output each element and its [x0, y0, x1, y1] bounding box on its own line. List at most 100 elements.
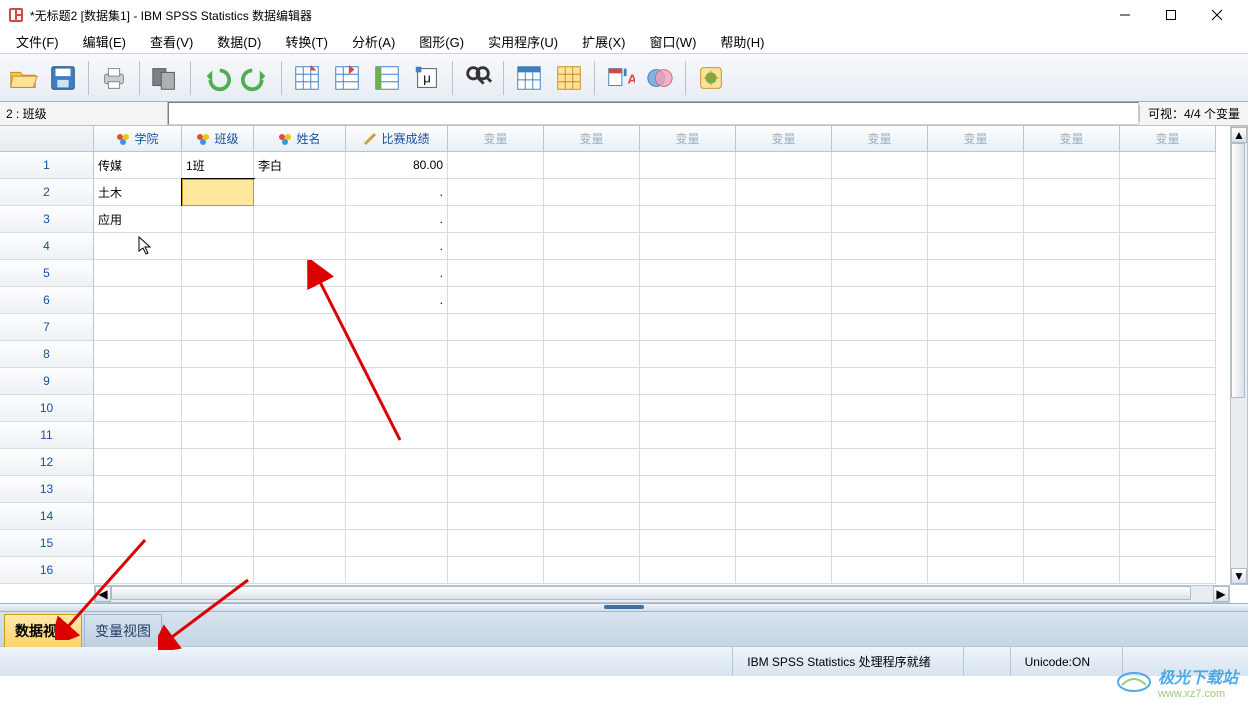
- cell[interactable]: [928, 233, 1024, 260]
- redo-button[interactable]: [237, 59, 275, 97]
- row-header[interactable]: 12: [0, 449, 94, 476]
- menu-window[interactable]: 窗口(W): [637, 30, 708, 53]
- col-header-empty[interactable]: 变量: [1120, 126, 1216, 152]
- goto-variable-button[interactable]: [328, 59, 366, 97]
- row-header[interactable]: 13: [0, 476, 94, 503]
- row-header[interactable]: 11: [0, 422, 94, 449]
- cell[interactable]: [736, 287, 832, 314]
- cell[interactable]: [640, 233, 736, 260]
- row-header[interactable]: 2: [0, 179, 94, 206]
- save-button[interactable]: [44, 59, 82, 97]
- cell[interactable]: [1120, 287, 1216, 314]
- weight-cases-button[interactable]: [550, 59, 588, 97]
- menu-analyze[interactable]: 分析(A): [340, 30, 407, 53]
- menu-data[interactable]: 数据(D): [205, 30, 273, 53]
- col-header-empty[interactable]: 变量: [928, 126, 1024, 152]
- menu-utilities[interactable]: 实用程序(U): [476, 30, 570, 53]
- cell-value-input[interactable]: [168, 102, 1139, 125]
- menu-edit[interactable]: 编辑(E): [71, 30, 138, 53]
- scroll-left-icon[interactable]: ◀: [95, 586, 111, 602]
- scroll-up-icon[interactable]: ▲: [1231, 127, 1247, 143]
- undo-button[interactable]: [197, 59, 235, 97]
- recall-dialog-button[interactable]: [146, 59, 184, 97]
- cell[interactable]: [928, 260, 1024, 287]
- cell[interactable]: .: [346, 233, 448, 260]
- col-header-1[interactable]: 学院: [94, 126, 182, 152]
- cell[interactable]: [94, 287, 182, 314]
- row-header[interactable]: 7: [0, 314, 94, 341]
- col-header-empty[interactable]: 变量: [448, 126, 544, 152]
- cell[interactable]: [182, 287, 254, 314]
- cell[interactable]: [448, 260, 544, 287]
- cell[interactable]: [736, 206, 832, 233]
- cell[interactable]: 应用: [94, 206, 182, 233]
- row-header[interactable]: 8: [0, 341, 94, 368]
- cell[interactable]: .: [346, 179, 448, 206]
- find-button[interactable]: [459, 59, 497, 97]
- menu-transform[interactable]: 转换(T): [273, 30, 340, 53]
- cell[interactable]: [1120, 260, 1216, 287]
- cell[interactable]: [448, 233, 544, 260]
- cell[interactable]: [640, 260, 736, 287]
- menu-view[interactable]: 查看(V): [138, 30, 205, 53]
- cell[interactable]: [254, 287, 346, 314]
- use-sets-button[interactable]: [692, 59, 730, 97]
- cell[interactable]: [1024, 179, 1120, 206]
- cell[interactable]: [544, 233, 640, 260]
- split-file-button[interactable]: [510, 59, 548, 97]
- col-header-empty[interactable]: 变量: [640, 126, 736, 152]
- close-button[interactable]: [1194, 0, 1240, 30]
- cell[interactable]: [640, 152, 736, 179]
- cell[interactable]: [254, 233, 346, 260]
- cell[interactable]: [1120, 152, 1216, 179]
- cell[interactable]: [448, 206, 544, 233]
- cell[interactable]: [736, 179, 832, 206]
- cell[interactable]: [448, 179, 544, 206]
- row-header[interactable]: 5: [0, 260, 94, 287]
- cell[interactable]: [928, 152, 1024, 179]
- cell[interactable]: [928, 179, 1024, 206]
- scroll-down-icon[interactable]: ▼: [1231, 568, 1247, 584]
- col-header-empty[interactable]: 变量: [736, 126, 832, 152]
- cell[interactable]: [254, 179, 346, 206]
- selected-cell[interactable]: [182, 179, 254, 206]
- tab-data-view[interactable]: 数据视图: [4, 614, 82, 647]
- cell[interactable]: [832, 233, 928, 260]
- cell[interactable]: [928, 287, 1024, 314]
- col-header-4[interactable]: 比赛成绩: [346, 126, 448, 152]
- col-header-3[interactable]: 姓名: [254, 126, 346, 152]
- cell[interactable]: [832, 260, 928, 287]
- col-header-empty[interactable]: 变量: [1024, 126, 1120, 152]
- scroll-thumb[interactable]: [111, 586, 1191, 600]
- cell[interactable]: [832, 179, 928, 206]
- cell[interactable]: .: [346, 287, 448, 314]
- splitter[interactable]: [0, 604, 1248, 612]
- cell[interactable]: [182, 260, 254, 287]
- cell[interactable]: 80.00: [346, 152, 448, 179]
- scroll-thumb[interactable]: [1231, 143, 1245, 398]
- cell[interactable]: 1班: [182, 152, 254, 179]
- row-header[interactable]: 4: [0, 233, 94, 260]
- cell[interactable]: [640, 287, 736, 314]
- goto-case-button[interactable]: [288, 59, 326, 97]
- cell[interactable]: [1024, 233, 1120, 260]
- cell[interactable]: [1120, 206, 1216, 233]
- value-labels-button[interactable]: [641, 59, 679, 97]
- row-header[interactable]: 16: [0, 557, 94, 584]
- cell[interactable]: [928, 206, 1024, 233]
- maximize-button[interactable]: [1148, 0, 1194, 30]
- cell[interactable]: [736, 152, 832, 179]
- row-header[interactable]: 14: [0, 503, 94, 530]
- cell[interactable]: [1024, 206, 1120, 233]
- run-descriptives-button[interactable]: μ: [408, 59, 446, 97]
- cell[interactable]: [254, 260, 346, 287]
- cell[interactable]: [640, 206, 736, 233]
- cell[interactable]: [832, 206, 928, 233]
- cell[interactable]: .: [346, 206, 448, 233]
- scroll-right-icon[interactable]: ▶: [1213, 586, 1229, 602]
- cell[interactable]: [832, 152, 928, 179]
- cell[interactable]: [544, 287, 640, 314]
- horizontal-scrollbar[interactable]: ◀ ▶: [94, 585, 1230, 603]
- menu-extensions[interactable]: 扩展(X): [570, 30, 637, 53]
- row-header[interactable]: 1: [0, 152, 94, 179]
